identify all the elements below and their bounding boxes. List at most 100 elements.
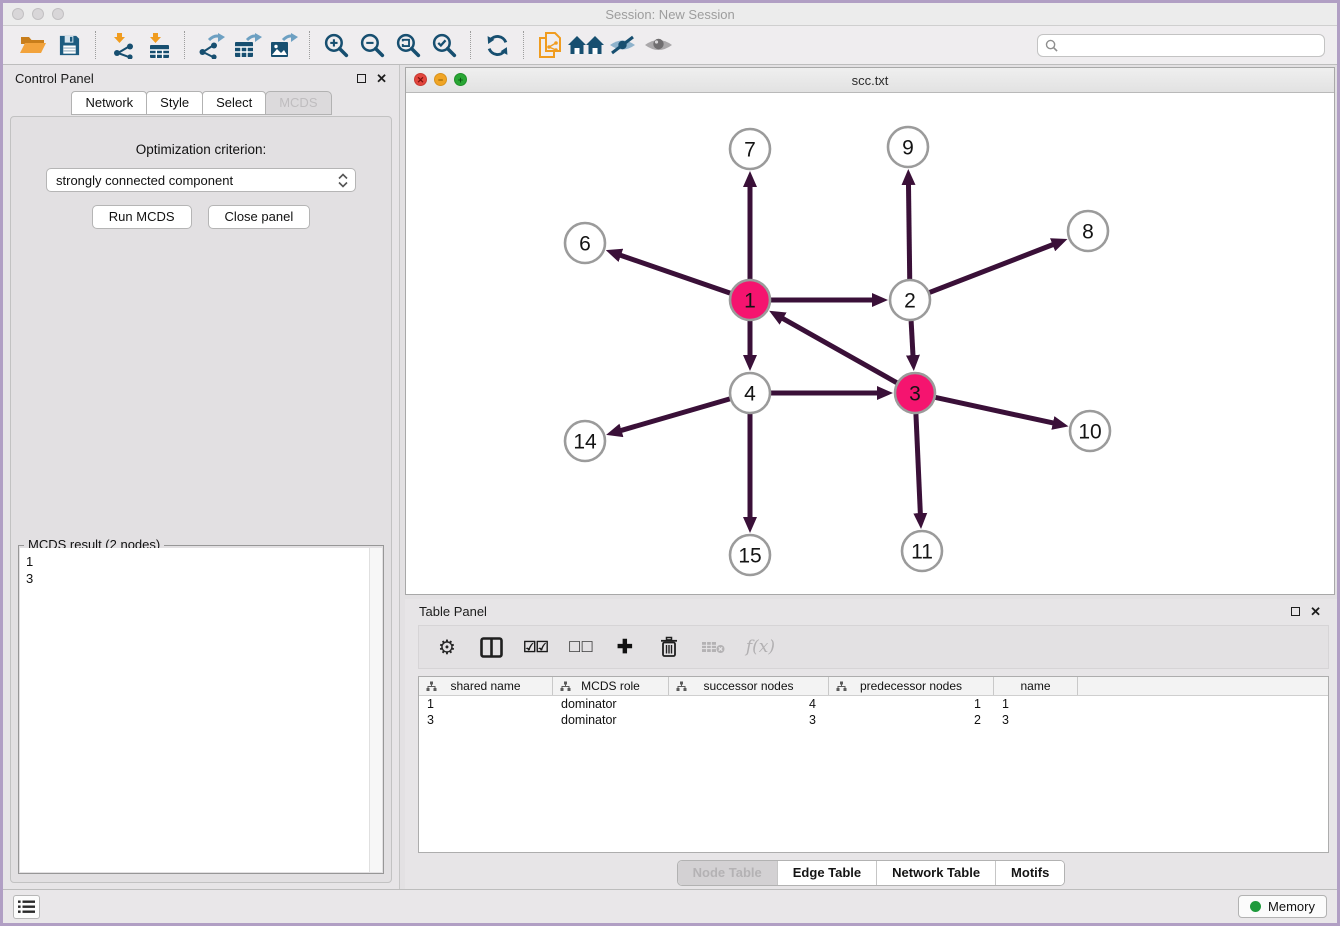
minimize-window-button[interactable] — [32, 8, 44, 20]
svg-text:11: 11 — [911, 541, 933, 564]
node-9[interactable]: 9 — [888, 127, 928, 167]
result-scrollbar[interactable] — [369, 548, 382, 872]
maximize-network-button[interactable]: + — [454, 73, 467, 86]
node-8[interactable]: 8 — [1068, 211, 1108, 251]
edge-1-6[interactable] — [619, 255, 730, 293]
node-11[interactable]: 11 — [902, 531, 942, 571]
select-all-button[interactable]: ☑☑ — [523, 633, 548, 661]
table-panel-header: Table Panel ✕ — [405, 599, 1337, 624]
run-mcds-button[interactable]: Run MCDS — [92, 205, 192, 229]
tab-style[interactable]: Style — [146, 91, 203, 115]
delete-table-icon — [701, 640, 726, 654]
memory-button[interactable]: Memory — [1238, 895, 1327, 918]
svg-text:7: 7 — [744, 139, 756, 162]
column-header-name[interactable]: name — [994, 677, 1078, 695]
network-graph-svg[interactable]: 7 9 6 8 1 2 4 3 14 10 15 11 — [406, 93, 1334, 594]
table-cell[interactable]: 4 — [669, 696, 829, 712]
node-table: shared nameMCDS rolesuccessor nodesprede… — [418, 676, 1329, 853]
column-header-shared-name[interactable]: shared name — [419, 677, 553, 695]
table-cell[interactable]: 1 — [994, 696, 1078, 712]
tab-edge-table[interactable]: Edge Table — [777, 861, 876, 885]
close-panel-icon[interactable]: ✕ — [376, 72, 387, 85]
zoom-selected-button[interactable] — [426, 29, 462, 61]
node-2[interactable]: 2 — [890, 280, 930, 320]
tab-network[interactable]: Network — [71, 91, 147, 115]
refresh-layout-button[interactable] — [479, 29, 515, 61]
svg-text:3: 3 — [909, 383, 921, 406]
tab-node-table[interactable]: Node Table — [678, 861, 777, 885]
search-input[interactable] — [1063, 37, 1317, 53]
close-window-button[interactable] — [12, 8, 24, 20]
float-table-panel-icon[interactable] — [1291, 607, 1300, 616]
close-table-panel-icon[interactable]: ✕ — [1310, 605, 1321, 618]
split-view-button[interactable] — [479, 633, 503, 661]
float-panel-icon[interactable] — [357, 74, 366, 83]
window-controls — [12, 8, 64, 20]
add-column-button[interactable]: ✚ — [613, 633, 637, 661]
column-header-mcds-role[interactable]: MCDS role — [553, 677, 669, 695]
node-10[interactable]: 10 — [1070, 411, 1110, 451]
tab-motifs[interactable]: Motifs — [995, 861, 1064, 885]
zoom-window-button[interactable] — [52, 8, 64, 20]
edge-3-10[interactable] — [936, 397, 1055, 423]
tab-mcds[interactable]: MCDS — [265, 91, 331, 115]
node-3[interactable]: 3 — [895, 373, 935, 413]
minimize-network-button[interactable]: − — [434, 73, 447, 86]
network-window-titlebar[interactable]: ✕ − + scc.txt — [406, 68, 1334, 93]
memory-status-icon — [1250, 901, 1261, 912]
network-canvas[interactable]: 7 9 6 8 1 2 4 3 14 10 15 11 — [406, 93, 1334, 594]
column-header-predecessor-nodes[interactable]: predecessor nodes — [829, 677, 994, 695]
save-session-button[interactable] — [51, 29, 87, 61]
table-cell[interactable]: 1 — [419, 696, 553, 712]
clipboard-network-icon — [537, 31, 563, 59]
network-from-clipboard-button[interactable] — [532, 29, 568, 61]
node-4[interactable]: 4 — [730, 373, 770, 413]
node-14[interactable]: 14 — [565, 421, 605, 461]
show-all-button[interactable] — [640, 29, 676, 61]
open-session-button[interactable] — [15, 29, 51, 61]
svg-text:15: 15 — [738, 545, 761, 568]
node-1[interactable]: 1 — [730, 280, 770, 320]
edge-2-8[interactable] — [930, 244, 1055, 292]
node-6[interactable]: 6 — [565, 223, 605, 263]
hide-selected-button[interactable] — [604, 29, 640, 61]
table-cell[interactable]: 3 — [419, 712, 553, 728]
close-panel-button[interactable]: Close panel — [208, 205, 311, 229]
control-panel: Control Panel ✕ NetworkStyleSelectMCDS O… — [3, 65, 400, 889]
table-cell[interactable]: 2 — [829, 712, 994, 728]
edge-3-1[interactable] — [781, 318, 896, 383]
tab-select[interactable]: Select — [202, 91, 266, 115]
table-options-button[interactable]: ⚙ — [435, 633, 459, 661]
table-cell[interactable]: 1 — [829, 696, 994, 712]
edge-2-9[interactable] — [908, 183, 909, 279]
import-network-button[interactable] — [104, 29, 140, 61]
import-table-button[interactable] — [140, 29, 176, 61]
table-cell[interactable]: dominator — [553, 712, 669, 728]
zoom-out-button[interactable] — [354, 29, 390, 61]
table-row[interactable]: 1dominator411 — [419, 696, 1328, 712]
node-15[interactable]: 15 — [730, 535, 770, 575]
search-box[interactable] — [1037, 34, 1325, 57]
delete-column-button[interactable] — [657, 633, 681, 661]
toolbar-separator — [184, 31, 185, 59]
edge-2-3[interactable] — [911, 321, 913, 357]
table-cell[interactable]: 3 — [994, 712, 1078, 728]
zoom-in-button[interactable] — [318, 29, 354, 61]
table-row[interactable]: 3dominator323 — [419, 712, 1328, 728]
node-7[interactable]: 7 — [730, 129, 770, 169]
export-network-button[interactable] — [193, 29, 229, 61]
table-cell[interactable]: dominator — [553, 696, 669, 712]
tab-network-table[interactable]: Network Table — [876, 861, 995, 885]
column-header-successor-nodes[interactable]: successor nodes — [669, 677, 829, 695]
export-image-button[interactable] — [265, 29, 301, 61]
export-table-button[interactable] — [229, 29, 265, 61]
edge-3-11[interactable] — [916, 414, 920, 515]
deselect-all-button[interactable]: ☐☐ — [568, 633, 593, 661]
first-neighbors-button[interactable] — [568, 29, 604, 61]
criterion-dropdown[interactable]: strongly connected component — [46, 168, 356, 192]
zoom-fit-button[interactable] — [390, 29, 426, 61]
close-network-button[interactable]: ✕ — [414, 73, 427, 86]
task-history-button[interactable] — [13, 895, 40, 919]
edge-4-14[interactable] — [620, 399, 730, 431]
table-cell[interactable]: 3 — [669, 712, 829, 728]
